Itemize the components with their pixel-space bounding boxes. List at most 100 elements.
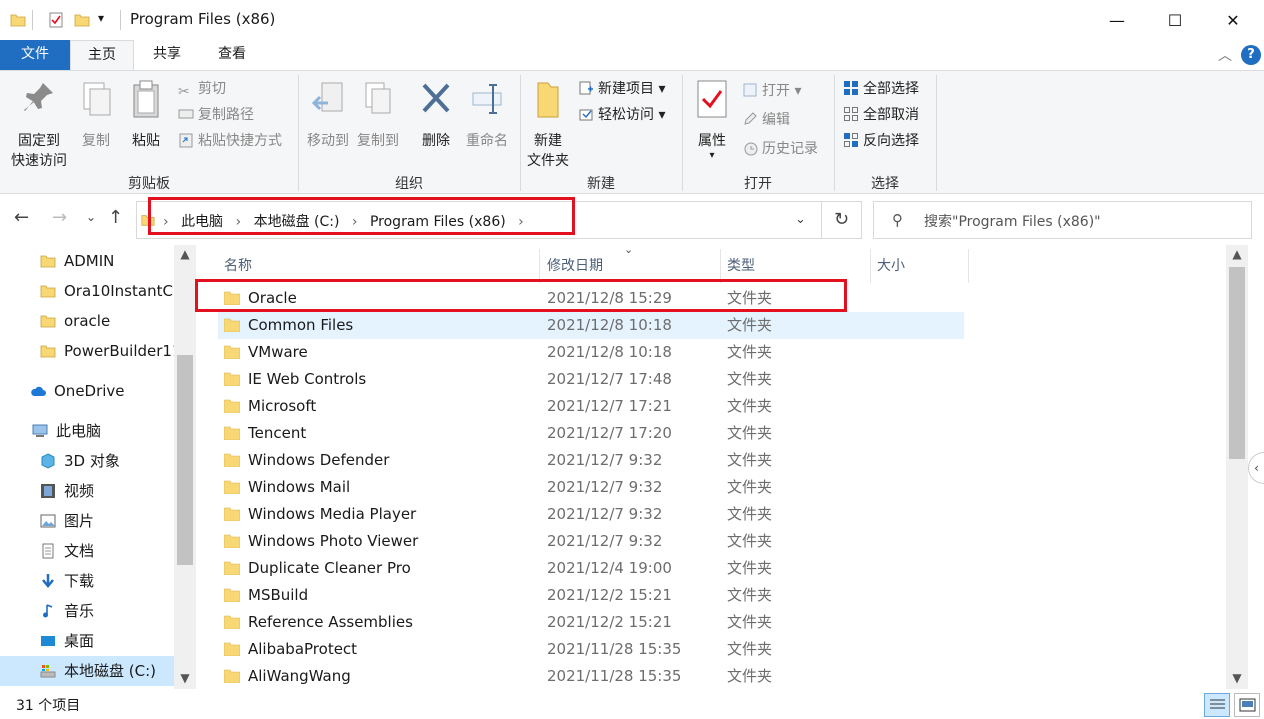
- nav-item-onedrive[interactable]: OneDrive: [0, 376, 174, 406]
- nav-item-pictures[interactable]: 图片: [0, 506, 174, 536]
- nav-item-powerbuilder[interactable]: PowerBuilder11: [0, 336, 174, 366]
- nav-item-music[interactable]: 音乐: [0, 596, 174, 626]
- nav-item-3d-objects[interactable]: 3D 对象: [0, 446, 174, 476]
- nav-item-downloads[interactable]: 下载: [0, 566, 174, 596]
- copy-to-button[interactable]: 复制到: [354, 75, 402, 151]
- chevron-right-icon[interactable]: ›: [352, 214, 358, 230]
- table-row[interactable]: Oracle 2021/12/8 15:29 文件夹: [218, 285, 964, 312]
- nav-item-label: 视频: [64, 482, 95, 500]
- new-item-button[interactable]: 新建项目 ▾: [578, 78, 665, 100]
- nav-item-this-pc[interactable]: 此电脑: [0, 416, 174, 446]
- properties-button[interactable]: 属性 ▾: [690, 75, 734, 161]
- table-row[interactable]: VMware 2021/12/8 10:18 文件夹: [218, 339, 964, 366]
- tab-home[interactable]: 主页: [70, 40, 134, 70]
- table-row[interactable]: AlibabaProtect 2021/11/28 15:35 文件夹: [218, 636, 964, 663]
- column-header-type[interactable]: 类型: [721, 249, 871, 283]
- chevron-left-icon[interactable]: ‹: [1248, 452, 1264, 484]
- address-bar[interactable]: › 此电脑 › 本地磁盘 (C:) › Program Files (x86) …: [136, 201, 822, 239]
- back-arrow-icon[interactable]: ←: [14, 207, 29, 228]
- maximize-button[interactable]: ☐: [1146, 0, 1204, 40]
- large-icons-view-icon[interactable]: [1234, 693, 1260, 717]
- nav-pane-scrollbar[interactable]: ▲ ▼: [174, 245, 196, 689]
- collapse-ribbon-icon[interactable]: ︿: [1218, 45, 1232, 65]
- scroll-down-arrow-icon[interactable]: ▼: [174, 671, 196, 685]
- nav-item-admin[interactable]: ADMIN: [0, 246, 174, 276]
- forward-arrow-icon[interactable]: →: [52, 207, 67, 228]
- chevron-right-icon[interactable]: ›: [163, 214, 169, 230]
- minimize-button[interactable]: —: [1088, 0, 1146, 40]
- breadcrumb-program-files[interactable]: Program Files (x86): [370, 214, 506, 230]
- tab-view[interactable]: 查看: [200, 40, 264, 70]
- new-folder-label-line1: 新建: [534, 133, 562, 149]
- table-row[interactable]: Microsoft 2021/12/7 17:21 文件夹: [218, 393, 964, 420]
- open-button[interactable]: 打开 ▾: [742, 80, 801, 102]
- tab-file[interactable]: 文件: [0, 40, 70, 70]
- breadcrumb-this-pc[interactable]: 此电脑: [181, 214, 223, 230]
- chevron-right-icon[interactable]: ›: [236, 214, 242, 230]
- clipboard-group-label: 剪贴板: [128, 176, 170, 192]
- tab-share[interactable]: 共享: [134, 40, 200, 70]
- column-header-size[interactable]: 大小: [871, 249, 969, 283]
- file-list-scrollbar[interactable]: ▲ ▼: [1226, 245, 1248, 689]
- table-row[interactable]: Duplicate Cleaner Pro 2021/12/4 19:00 文件夹: [218, 555, 964, 582]
- scroll-down-arrow-icon[interactable]: ▼: [1226, 671, 1248, 685]
- nav-item-documents[interactable]: 文档: [0, 536, 174, 566]
- customize-quick-access-icon[interactable]: ▾: [98, 11, 104, 25]
- edit-button[interactable]: 编辑: [742, 109, 790, 131]
- nav-item-ora10instantclient[interactable]: Ora10InstantCli: [0, 276, 174, 306]
- copy-button[interactable]: 复制: [76, 75, 116, 151]
- table-row[interactable]: Windows Mail 2021/12/7 9:32 文件夹: [218, 474, 964, 501]
- new-folder-button[interactable]: 新建 文件夹: [524, 75, 572, 171]
- help-icon[interactable]: ?: [1241, 45, 1261, 65]
- search-box[interactable]: ⚲ 搜索"Program Files (x86)": [873, 201, 1252, 239]
- file-modified-date: 2021/11/28 15:35: [547, 640, 682, 658]
- copy-path-button[interactable]: 复制路径: [178, 104, 254, 126]
- table-row[interactable]: MSBuild 2021/12/2 15:21 文件夹: [218, 582, 964, 609]
- table-row[interactable]: Windows Defender 2021/12/7 9:32 文件夹: [218, 447, 964, 474]
- move-to-button[interactable]: 移动到: [304, 75, 352, 151]
- column-header-modified[interactable]: 修改日期: [541, 249, 721, 283]
- history-button[interactable]: 历史记录: [742, 138, 818, 160]
- folder-icon: [40, 315, 56, 328]
- paste-button[interactable]: 粘贴: [124, 75, 168, 151]
- scroll-up-arrow-icon[interactable]: ▲: [1226, 247, 1248, 261]
- nav-item-local-disk-c[interactable]: 本地磁盘 (C:): [0, 656, 174, 686]
- recent-locations-chevron-icon[interactable]: ⌄: [86, 210, 96, 224]
- nav-item-desktop[interactable]: 桌面: [0, 626, 174, 656]
- easy-access-button[interactable]: 轻松访问 ▾: [578, 104, 665, 126]
- address-history-chevron-icon[interactable]: ⌄: [795, 212, 806, 227]
- cut-button[interactable]: ✂ 剪切: [178, 78, 226, 100]
- table-row[interactable]: Windows Photo Viewer 2021/12/7 9:32 文件夹: [218, 528, 964, 555]
- pin-to-quick-access-button[interactable]: 固定到 快速访问: [4, 75, 74, 171]
- select-all-button[interactable]: 全部选择: [843, 78, 919, 100]
- close-button[interactable]: ✕: [1204, 0, 1262, 40]
- select-none-button[interactable]: 全部取消: [843, 104, 919, 126]
- invert-selection-button[interactable]: 反向选择: [843, 130, 919, 152]
- table-row[interactable]: Windows Media Player 2021/12/7 9:32 文件夹: [218, 501, 964, 528]
- details-view-icon[interactable]: [1204, 693, 1230, 717]
- table-row[interactable]: AliWangWang 2021/11/28 15:35 文件夹: [218, 663, 964, 689]
- computer-icon: [32, 424, 48, 437]
- up-arrow-icon[interactable]: ↑: [108, 207, 123, 228]
- scrollbar-thumb[interactable]: [177, 355, 193, 565]
- nav-item-videos[interactable]: 视频: [0, 476, 174, 506]
- table-row[interactable]: Common Files 2021/12/8 10:18 文件夹: [218, 312, 964, 339]
- table-row[interactable]: IE Web Controls 2021/12/7 17:48 文件夹: [218, 366, 964, 393]
- properties-quick-icon[interactable]: [48, 12, 64, 28]
- scrollbar-thumb[interactable]: [1229, 267, 1245, 459]
- rename-button[interactable]: 重命名: [462, 75, 512, 151]
- refresh-icon[interactable]: ↻: [822, 201, 862, 239]
- scroll-up-arrow-icon[interactable]: ▲: [174, 247, 196, 261]
- table-row[interactable]: Tencent 2021/12/7 17:20 文件夹: [218, 420, 964, 447]
- delete-button[interactable]: 删除: [414, 75, 458, 151]
- new-folder-quick-icon[interactable]: [74, 12, 90, 28]
- table-row[interactable]: Reference Assemblies 2021/12/2 15:21 文件夹: [218, 609, 964, 636]
- column-header-name[interactable]: 名称: [218, 249, 540, 283]
- paste-shortcut-button[interactable]: 粘贴快捷方式: [178, 130, 282, 152]
- breadcrumb-local-disk[interactable]: 本地磁盘 (C:): [254, 214, 340, 230]
- file-name: Windows Mail: [248, 478, 351, 496]
- chevron-right-icon[interactable]: ›: [518, 214, 524, 230]
- nav-item-oracle[interactable]: oracle: [0, 306, 174, 336]
- search-input[interactable]: 搜索"Program Files (x86)": [924, 211, 1101, 231]
- window-title: Program Files (x86): [130, 10, 276, 28]
